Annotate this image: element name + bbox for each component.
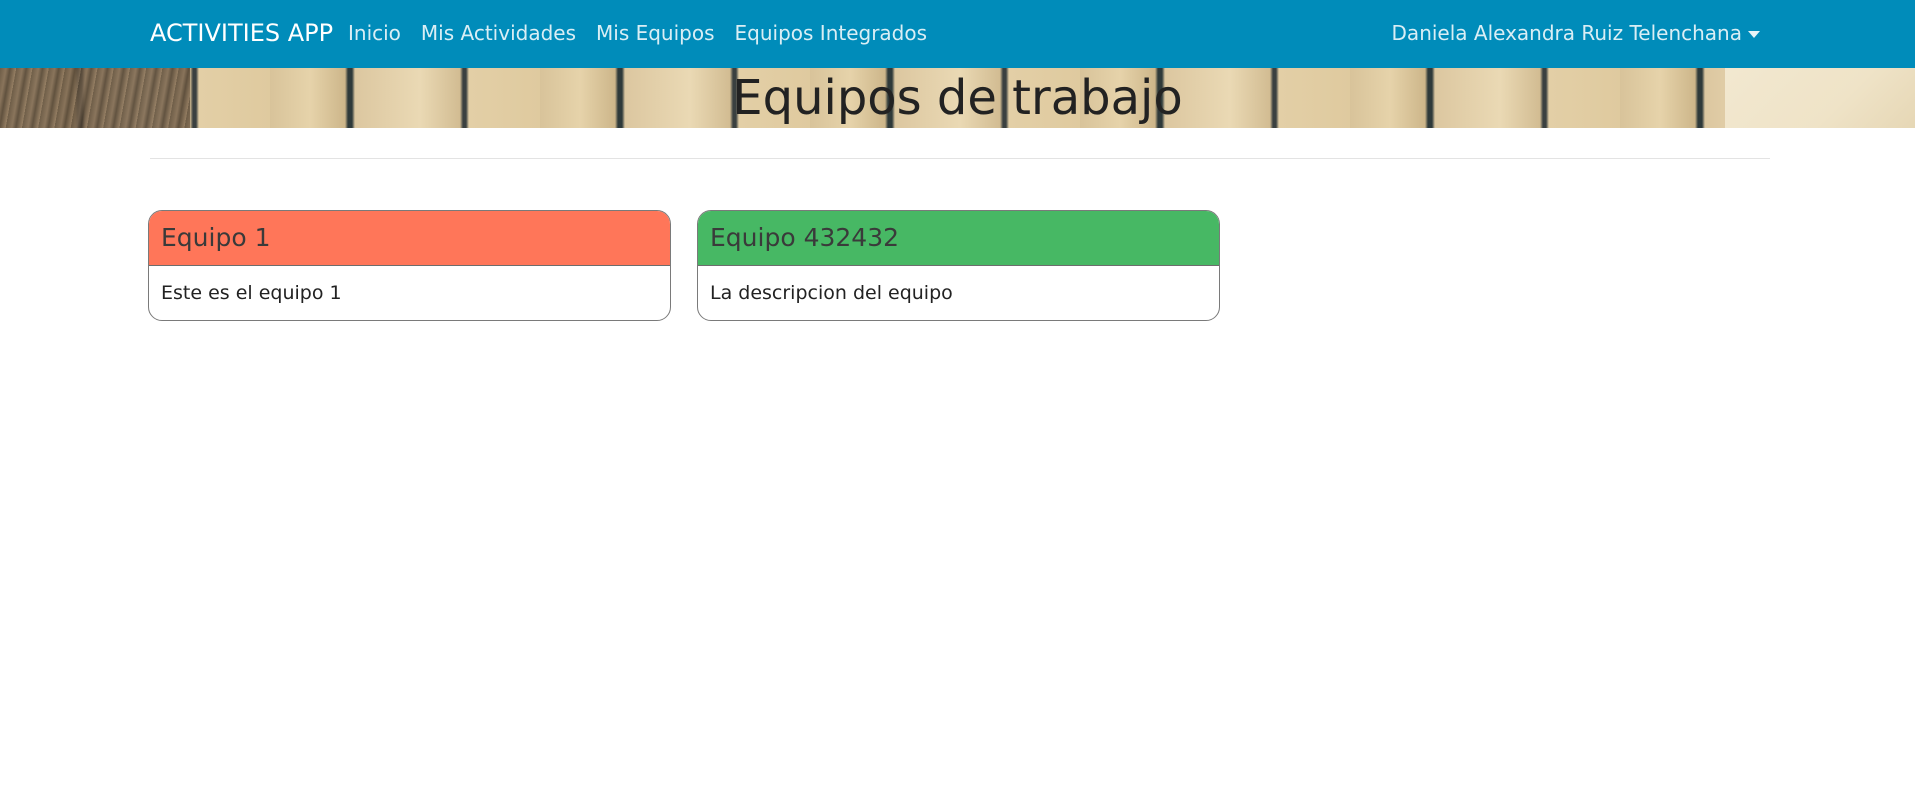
- team-card-body: Este es el equipo 1: [149, 266, 670, 306]
- top-navbar: ACTIVITIES APP Inicio Mis Actividades Mi…: [0, 0, 1915, 68]
- user-menu-dropdown[interactable]: Daniela Alexandra Ruiz Telenchana: [1392, 20, 1760, 46]
- team-title: Equipo 1: [161, 223, 271, 252]
- team-description: Este es el equipo 1: [161, 282, 342, 304]
- user-name: Daniela Alexandra Ruiz Telenchana: [1391, 21, 1742, 45]
- team-title: Equipo 432432: [710, 223, 900, 252]
- chevron-down-icon: [1748, 30, 1760, 38]
- team-description: La descripcion del equipo: [710, 282, 953, 304]
- team-card-header: Equipo 432432: [698, 211, 1219, 266]
- nav-link-mis-equipos[interactable]: Mis Equipos: [596, 20, 715, 46]
- nav-link-equipos-integrados[interactable]: Equipos Integrados: [735, 20, 928, 46]
- page-banner: Equipos de trabajo: [0, 68, 1915, 128]
- team-card[interactable]: Equipo 1 Este es el equipo 1: [148, 210, 671, 321]
- nav-links: Inicio Mis Actividades Mis Equipos Equip…: [348, 20, 927, 46]
- team-card-body: La descripcion del equipo: [698, 266, 1219, 306]
- brand-link[interactable]: ACTIVITIES APP: [150, 18, 333, 48]
- team-card-header: Equipo 1: [149, 211, 670, 266]
- section-divider: [150, 158, 1770, 159]
- team-card[interactable]: Equipo 432432 La descripcion del equipo: [697, 210, 1220, 321]
- nav-link-mis-actividades[interactable]: Mis Actividades: [421, 20, 576, 46]
- page-title: Equipos de trabajo: [732, 70, 1183, 126]
- nav-link-inicio[interactable]: Inicio: [348, 20, 401, 46]
